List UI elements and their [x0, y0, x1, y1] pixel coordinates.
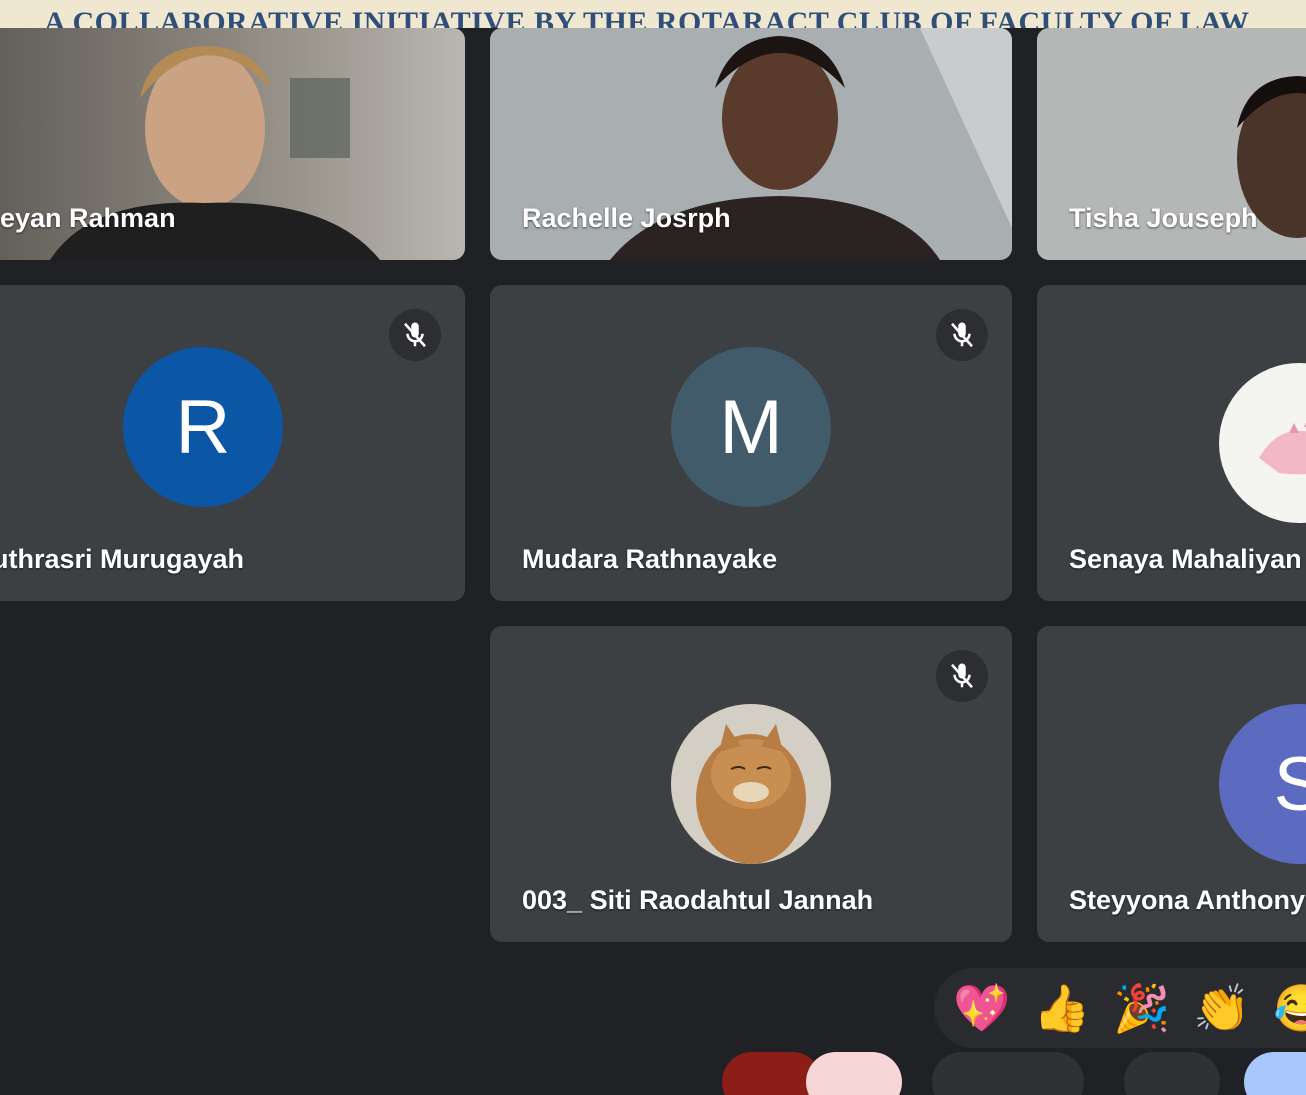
participant-tile[interactable]: 003_ Siti Raodahtul Jannah [490, 626, 1012, 942]
control-button[interactable] [1124, 1052, 1220, 1095]
avatar [1219, 363, 1306, 523]
party-reaction-button[interactable]: 🎉 [1102, 968, 1182, 1048]
participant-name: eyan Rahman [0, 203, 176, 233]
reaction-bar: 💖 👍 🎉 👏 😂 [934, 968, 1306, 1048]
participant-name: uthrasri Murugayah [0, 544, 245, 574]
avatar [671, 704, 831, 864]
participant-tile[interactable]: Tisha Jouseph [1037, 28, 1306, 260]
raise-hand-button[interactable] [806, 1052, 902, 1095]
mic-off-icon [936, 650, 988, 702]
participant-tile[interactable]: Rachelle Josrph [490, 28, 1012, 260]
mic-off-icon [389, 309, 441, 361]
avatar: M [671, 347, 831, 507]
laugh-reaction-button[interactable]: 😂 [1262, 968, 1306, 1048]
clap-reaction-button[interactable]: 👏 [1182, 968, 1262, 1048]
participant-name: Mudara Rathnayake [522, 544, 778, 574]
banner: A COLLABORATIVE INITIATIVE BY THE ROTARA… [0, 0, 1306, 28]
thumbs-up-reaction-button[interactable]: 👍 [1022, 968, 1102, 1048]
participant-name: Tisha Jouseph [1069, 203, 1258, 233]
dinosaur-picture [1259, 423, 1306, 475]
avatar: S [1219, 704, 1306, 864]
participant-tile[interactable]: S Steyyona Anthony [1037, 626, 1306, 942]
avatar-initial: R [175, 384, 231, 470]
participant-name: 003_ Siti Raodahtul Jannah [522, 885, 874, 915]
participant-name: Rachelle Josrph [522, 203, 731, 233]
meeting-grid: eyan Rahman Rachelle Josrph Tisha Jousep… [0, 28, 1306, 1095]
mic-off-icon [936, 309, 988, 361]
participant-name: Senaya Mahaliyan [1069, 544, 1302, 574]
control-button[interactable] [1244, 1052, 1306, 1095]
participant-tile[interactable]: eyan Rahman [0, 28, 465, 260]
avatar-initial: S [1273, 741, 1306, 827]
participant-tile[interactable]: M Mudara Rathnayake [490, 285, 1012, 601]
cat-picture [671, 704, 831, 864]
heart-reaction-button[interactable]: 💖 [942, 968, 1022, 1048]
avatar-initial: M [719, 384, 783, 470]
participant-tile[interactable]: R uthrasri Murugayah [0, 285, 465, 601]
avatar: R [123, 347, 283, 507]
participant-tile[interactable]: Senaya Mahaliyan [1037, 285, 1306, 601]
control-button[interactable] [932, 1052, 1084, 1095]
participant-name: Steyyona Anthony [1069, 885, 1306, 915]
banner-title: A COLLABORATIVE INITIATIVE BY THE ROTARA… [44, 6, 1250, 28]
